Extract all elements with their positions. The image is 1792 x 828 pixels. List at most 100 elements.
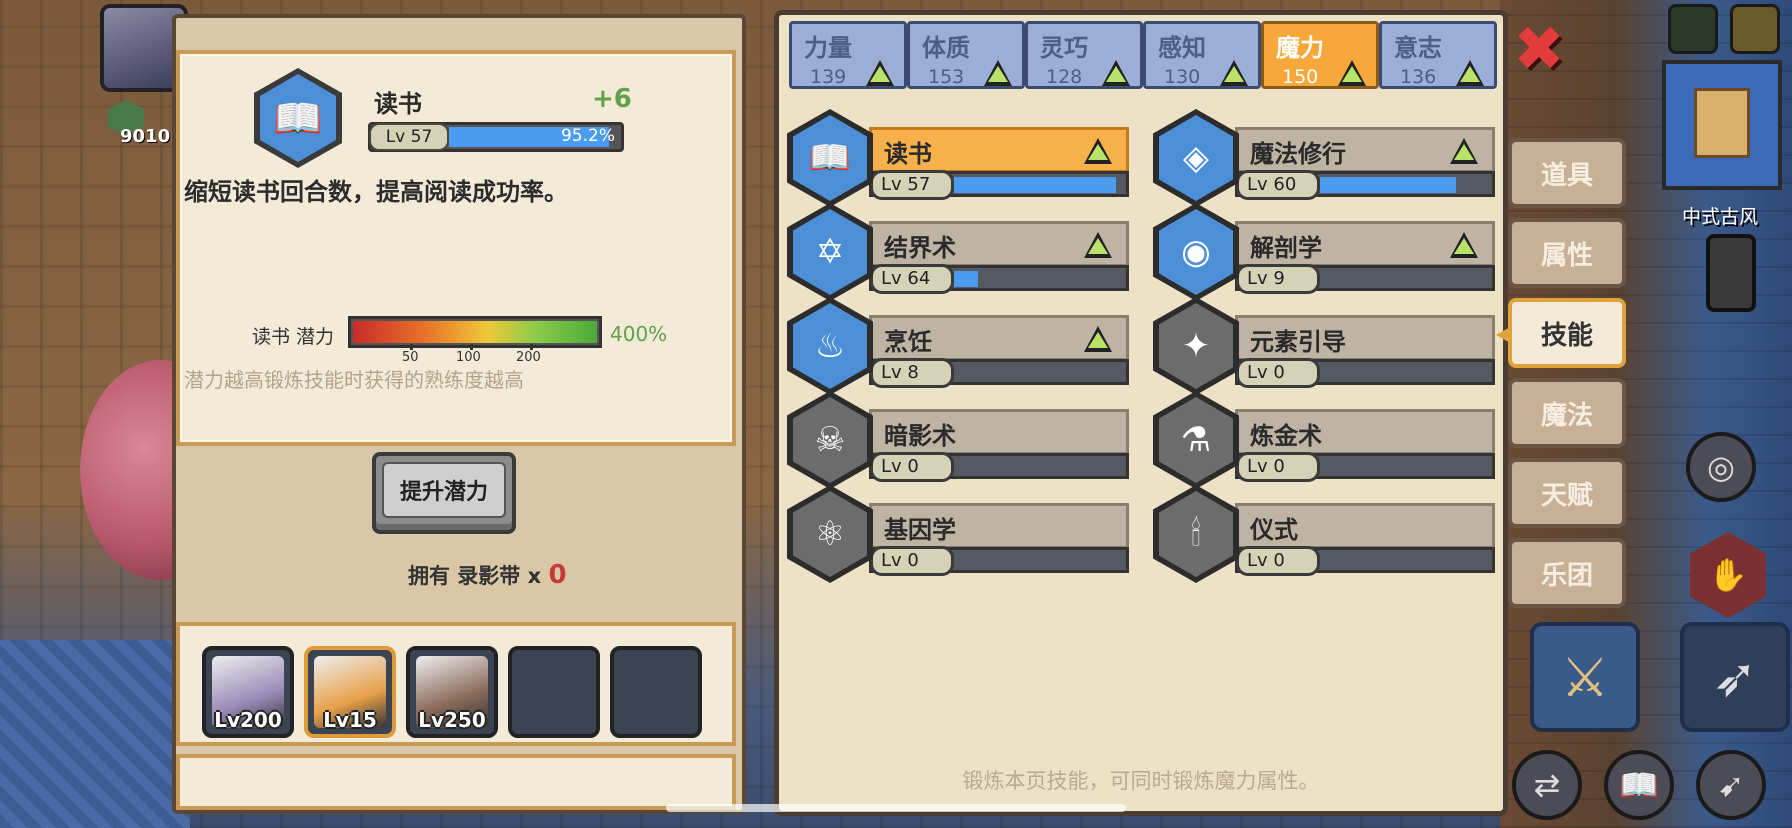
book-menu-icon[interactable]: 📖 — [1604, 750, 1674, 820]
party-slot[interactable]: Lv200 — [202, 646, 294, 738]
party-slot-empty[interactable] — [508, 646, 600, 738]
expand-icon[interactable] — [1730, 4, 1780, 54]
owned-tapes-count: 0 — [548, 560, 567, 590]
skill-name-box: 解剖学 — [1235, 221, 1495, 267]
magic-training-icon: ◈ — [1159, 115, 1233, 201]
skill-name: 解剖学 — [1250, 234, 1322, 262]
skill-item[interactable]: 暗影术 Lv 0 ☠ — [787, 391, 1133, 489]
upgrade-arrow-icon — [866, 60, 894, 86]
skill-progress-fill — [1320, 177, 1456, 193]
skill-name-box: 烹饪 — [869, 315, 1129, 361]
upgrade-arrow-icon — [1084, 232, 1112, 258]
minimap[interactable] — [1662, 60, 1782, 190]
upgrade-arrow-icon — [1220, 60, 1248, 86]
home-indicator — [666, 804, 1126, 812]
skill-level: Lv 0 — [870, 452, 954, 482]
skill-name-box: 魔法修行 — [1235, 127, 1495, 173]
potential-tick-label: 50 — [402, 350, 419, 365]
potential-tick-label: 100 — [456, 350, 481, 365]
attr-tab-name: 感知 — [1158, 34, 1206, 62]
side-tab-magic[interactable]: 魔法 — [1508, 378, 1626, 448]
skill-item[interactable]: 炼金术 Lv 0 ⚗ — [1153, 391, 1499, 489]
bow-icon[interactable]: ➶ — [1680, 622, 1790, 732]
skill-progress-bar: Lv 64 — [869, 264, 1129, 294]
skill-level: Lv 0 — [1236, 358, 1320, 388]
party-slot[interactable]: Lv15 — [304, 646, 396, 738]
swap-icon[interactable]: ⇄ — [1512, 750, 1582, 820]
compass-icon[interactable]: ➹ — [1696, 750, 1766, 820]
raise-potential-button-label: 提升潜力 — [382, 462, 506, 518]
skill-detail-icon-frame: 📖 — [254, 68, 342, 168]
skill-level: Lv 57 — [870, 170, 954, 200]
panel-footer-hint: 锻炼本页技能，可同时锻炼魔力属性。 — [962, 769, 1320, 793]
skill-progress-bar: Lv 0 — [869, 452, 1129, 482]
potential-hint: 潜力越高锻炼技能时获得的熟练度越高 — [184, 368, 524, 392]
tab-dexterity[interactable]: 灵巧 128 — [1025, 21, 1143, 89]
skill-progress-bar: Lv 0 — [1235, 546, 1495, 576]
skill-name-box: 元素引导 — [1235, 315, 1495, 361]
skill-item[interactable]: 魔法修行 Lv 60 ◈ — [1153, 109, 1499, 207]
side-tab-label: 技能 — [1540, 320, 1593, 351]
skill-item[interactable]: 元素引导 Lv 0 ✦ — [1153, 297, 1499, 395]
attr-tab-value: 139 — [810, 66, 847, 88]
skill-item[interactable]: 读书 Lv 57 📖 — [787, 109, 1133, 207]
floor-tiles — [0, 640, 190, 828]
skill-detail-panel: 📖 读书 +6 Lv 57 95.2% 缩短读书回合数，提高阅读成功率。 读书 … — [172, 14, 746, 814]
skill-item[interactable]: 解剖学 Lv 9 ◉ — [1153, 203, 1499, 301]
party-strip: Lv200 Lv15 Lv250 — [176, 622, 736, 746]
attr-tab-name: 力量 — [804, 34, 852, 62]
skill-item[interactable]: 基因学 Lv 0 ⚛ — [787, 485, 1133, 583]
close-icon[interactable]: ✖ — [1510, 18, 1568, 80]
upgrade-arrow-icon — [1338, 60, 1366, 86]
skill-level: Lv 8 — [870, 358, 954, 388]
skill-name: 元素引导 — [1250, 328, 1346, 356]
skill-name: 魔法修行 — [1250, 140, 1346, 168]
attr-tab-name: 魔力 — [1276, 34, 1324, 62]
tab-magic[interactable]: 魔力 150 — [1261, 21, 1379, 89]
attr-tab-value: 153 — [928, 66, 965, 88]
attr-tab-name: 体质 — [922, 34, 970, 62]
potential-tick-label: 200 — [516, 350, 541, 365]
party-slot-empty[interactable] — [610, 646, 702, 738]
skill-name-box: 基因学 — [869, 503, 1129, 549]
skill-name: 基因学 — [884, 516, 956, 544]
skill-item[interactable]: 烹饪 Lv 8 ♨ — [787, 297, 1133, 395]
left-panel-footer — [176, 754, 736, 810]
tab-will[interactable]: 意志 136 — [1379, 21, 1497, 89]
skill-name: 烹饪 — [884, 328, 932, 356]
side-tab-band[interactable]: 乐团 — [1508, 538, 1626, 608]
side-tab-skills[interactable]: 技能 — [1496, 298, 1626, 368]
attr-tab-value: 130 — [1164, 66, 1201, 88]
side-tab-attributes[interactable]: 属性 — [1508, 218, 1626, 288]
skill-name-box: 仪式 — [1235, 503, 1495, 549]
tab-constitution[interactable]: 体质 153 — [907, 21, 1025, 89]
skill-item[interactable]: 结界术 Lv 64 ✡ — [787, 203, 1133, 301]
pot-icon: ♨ — [793, 303, 867, 389]
owned-tapes-label: 拥有 录影带 x — [408, 564, 542, 588]
skill-icon-frame: 🕯 — [1153, 485, 1239, 583]
sword-icon[interactable]: ⚔ — [1530, 622, 1640, 732]
skill-progress-bar: Lv 0 — [869, 546, 1129, 576]
minimap-room — [1694, 88, 1750, 158]
raise-potential-button[interactable]: 提升潜力 — [372, 452, 516, 534]
tab-strength[interactable]: 力量 139 — [789, 21, 907, 89]
globe-icon[interactable] — [1668, 4, 1718, 54]
skill-name-box: 暗影术 — [869, 409, 1129, 455]
tab-perception[interactable]: 感知 130 — [1143, 21, 1261, 89]
potential-fill — [353, 321, 597, 343]
spiral-icon[interactable]: ◎ — [1686, 432, 1756, 502]
skill-item[interactable]: 仪式 Lv 0 🕯 — [1153, 485, 1499, 583]
skill-name-box: 炼金术 — [1235, 409, 1495, 455]
phone-icon[interactable] — [1706, 234, 1756, 312]
skill-name-box: 读书 — [869, 127, 1129, 173]
upgrade-arrow-icon — [1102, 60, 1130, 86]
skill-name: 炼金术 — [1250, 422, 1322, 450]
skill-icon-frame: ✡ — [787, 203, 873, 301]
side-tab-talent[interactable]: 天赋 — [1508, 458, 1626, 528]
skill-progress-bar: Lv 0 — [1235, 452, 1495, 482]
party-slot[interactable]: Lv250 — [406, 646, 498, 738]
upgrade-arrow-icon — [1084, 138, 1112, 164]
empty-slot — [518, 656, 590, 728]
skill-progress-bar: Lv 57 — [869, 170, 1129, 200]
side-tab-items[interactable]: 道具 — [1508, 138, 1626, 208]
